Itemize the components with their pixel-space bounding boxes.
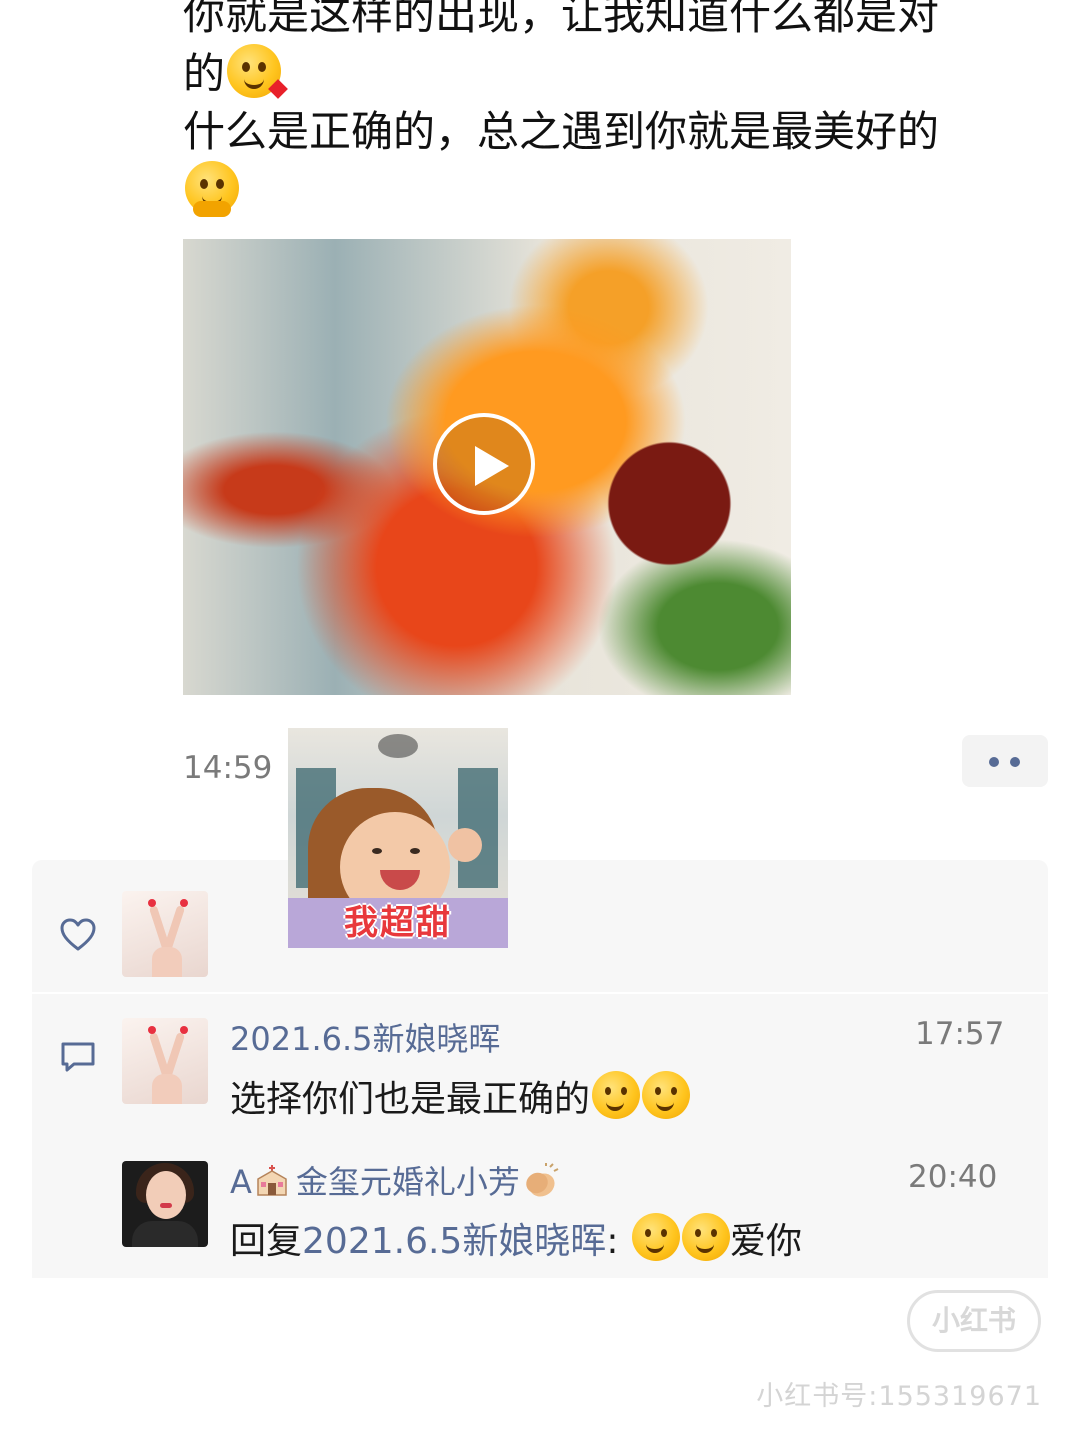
post-text: 你就是这样的出现，让我知道什么都是对 的 什么是正确的，总之遇到你就是最美好的 — [183, 0, 1043, 220]
comment-time: 20:40 — [908, 1159, 998, 1195]
commenter-avatar[interactable] — [122, 1018, 208, 1104]
comment-author[interactable]: 2021.6.5新娘晓晖 — [230, 1014, 501, 1060]
comment-text-content: 爱你 — [729, 1221, 802, 1262]
post-line-1: 你就是这样的出现，让我知道什么都是对 — [183, 0, 940, 39]
watermark-logo: 小红书 — [907, 1290, 1041, 1352]
kissing-face-icon — [631, 1213, 680, 1261]
post-timestamp: 14:59 — [183, 750, 273, 786]
post-line-2-text: 的 — [183, 49, 226, 98]
grinning-face-icon — [642, 1071, 691, 1119]
sticker-image[interactable]: 我超甜 — [288, 728, 508, 948]
post-line-2: 的 — [183, 44, 1043, 103]
reply-target[interactable]: 2021.6.5新娘晓晖 — [302, 1221, 606, 1262]
post-line-4 — [183, 161, 1043, 220]
comment-time: 17:57 — [915, 1016, 1005, 1052]
comment-author[interactable]: A 金玺元婚礼小芳 — [230, 1157, 560, 1203]
comments-panel: 2021.6.5新娘晓晖 17:57 选择你们也是最正确的 A 金玺元婚礼小芳 2… — [32, 994, 1048, 1278]
comment-text: 回复2021.6.5新娘晓晖: 爱你 — [230, 1212, 802, 1264]
more-dots-icon — [989, 757, 999, 767]
more-button[interactable] — [962, 735, 1048, 787]
more-dots-icon — [1010, 757, 1020, 767]
post-line-3: 什么是正确的，总之遇到你就是最美好的 — [183, 107, 940, 156]
author-prefix: A — [230, 1163, 252, 1201]
watermark-id: 小红书号:155319671 — [756, 1381, 1042, 1412]
comment-text: 选择你们也是最正确的 — [230, 1070, 691, 1122]
grinning-face-icon — [592, 1071, 641, 1119]
comment-icon — [61, 1042, 95, 1072]
kissing-face-icon — [227, 44, 288, 99]
author-name: 金玺元婚礼小芳 — [295, 1163, 520, 1201]
comment-text-content: 选择你们也是最正确的 — [230, 1079, 591, 1120]
heart-icon — [60, 918, 96, 951]
hugging-face-icon — [185, 161, 239, 217]
video-thumbnail[interactable] — [183, 239, 791, 695]
commenter-avatar[interactable] — [122, 1161, 208, 1247]
play-icon[interactable] — [433, 413, 535, 515]
sticker-caption: 我超甜 — [344, 903, 452, 943]
reply-colon: : — [606, 1221, 619, 1262]
liker-avatar[interactable] — [122, 891, 208, 977]
reply-prefix: 回复 — [230, 1221, 303, 1262]
clapping-hands-icon — [526, 1163, 559, 1197]
wedding-chapel-icon — [257, 1165, 287, 1196]
kissing-face-icon — [681, 1213, 730, 1261]
likes-panel — [32, 860, 1048, 992]
